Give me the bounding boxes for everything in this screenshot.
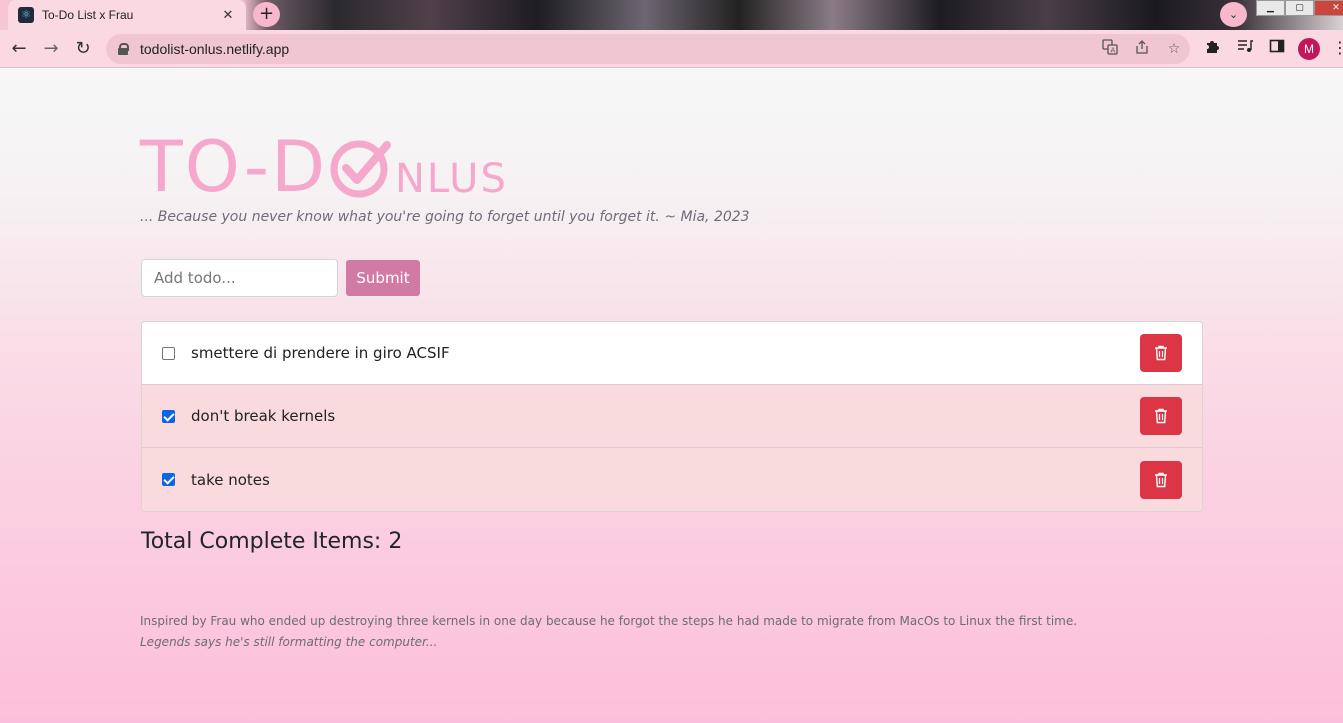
window-close-icon[interactable]: ✕ [1314, 0, 1343, 16]
trash-icon [1155, 408, 1167, 424]
todo-text: smettere di prendere in giro ACSIF [191, 344, 450, 362]
lock-icon[interactable] [118, 43, 129, 55]
todo-item: don't break kernels [142, 385, 1202, 448]
bookmark-star-icon[interactable]: ☆ [1158, 41, 1190, 57]
window-controls: ▁ ▢ ✕ [1256, 0, 1343, 16]
page-content: TO-D NLUS ... Because you never know wha… [0, 69, 1343, 723]
new-tab-button[interactable]: + [253, 2, 280, 27]
todo-item: smettere di prendere in giro ACSIF [142, 322, 1202, 385]
back-button[interactable]: ← [6, 36, 32, 62]
todo-text: take notes [191, 470, 270, 489]
trash-icon [1155, 345, 1167, 361]
logo-text-suffix: NLUS [394, 156, 508, 202]
submit-button[interactable]: Submit [346, 260, 420, 296]
side-panel-icon[interactable] [1266, 38, 1288, 60]
todo-checkbox[interactable] [162, 473, 175, 486]
tab-search-button[interactable]: ⌄ [1220, 2, 1247, 27]
maximize-icon[interactable]: ▢ [1285, 0, 1314, 16]
todo-item: take notes [142, 448, 1202, 511]
add-todo-input[interactable] [141, 259, 338, 297]
add-todo-form: Submit [141, 259, 420, 297]
todo-text: don't break kernels [191, 407, 336, 425]
translate-icon[interactable]: A [1094, 39, 1126, 59]
todo-checkbox[interactable] [162, 409, 175, 423]
address-bar[interactable]: todolist-onlus.netlify.app A ☆ [106, 34, 1190, 64]
reload-button[interactable]: ↻ [70, 36, 96, 62]
browser-tab-bar: ⚛ To-Do List x Frau ✕ + ⌄ ▁ ▢ ✕ [0, 0, 1343, 30]
browser-tab[interactable]: ⚛ To-Do List x Frau ✕ [8, 0, 246, 30]
todo-checkbox[interactable] [162, 346, 175, 360]
delete-button[interactable] [1140, 397, 1182, 435]
tab-title: To-Do List x Frau [42, 8, 134, 22]
tab-close-icon[interactable]: ✕ [220, 8, 236, 23]
react-favicon-icon: ⚛ [18, 7, 34, 23]
share-icon[interactable] [1126, 39, 1158, 59]
url-text[interactable]: todolist-onlus.netlify.app [140, 41, 1094, 57]
trash-icon [1155, 472, 1167, 487]
forward-button[interactable]: → [38, 36, 64, 62]
delete-button[interactable] [1140, 334, 1182, 372]
logo-text-main: TO-D [140, 126, 327, 208]
profile-avatar[interactable]: M [1298, 38, 1320, 60]
check-circle-icon [330, 140, 391, 198]
minimize-icon[interactable]: ▁ [1256, 0, 1285, 16]
tagline: ... Because you never know what you're g… [140, 209, 750, 225]
browser-menu-icon[interactable]: ⋮ [1332, 38, 1343, 57]
app-logo: TO-D NLUS [140, 131, 508, 203]
browser-toolbar: ← → ↻ todolist-onlus.netlify.app A ☆ M ⋮ [0, 30, 1343, 68]
footer-legend: Legends says he's still formatting the c… [140, 635, 438, 649]
footer-credit: Inspired by Frau who ended up destroying… [140, 614, 1078, 628]
todo-list: smettere di prendere in giro ACSIF don't… [141, 321, 1203, 512]
svg-text:A: A [1111, 47, 1116, 55]
extensions-puzzle-icon[interactable] [1202, 38, 1224, 60]
total-complete-count: Total Complete Items: 2 [141, 529, 403, 554]
delete-button[interactable] [1140, 460, 1182, 499]
media-queue-icon[interactable] [1234, 38, 1256, 60]
